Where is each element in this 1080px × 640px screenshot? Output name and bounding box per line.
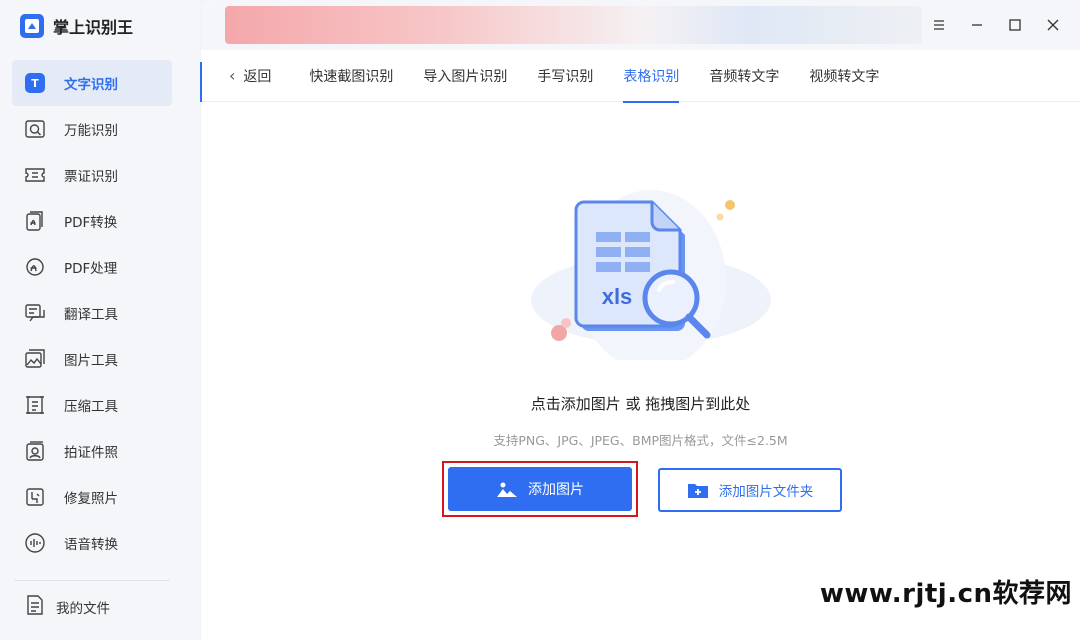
main-panel: ‹ 返回 快速截图识别 导入图片识别 手写识别 表格识别 音频转文字 视频转文字 xyxy=(200,0,1080,640)
sidebar-item-ticket[interactable]: 票证识别 xyxy=(12,152,172,198)
text-recognition-icon: T xyxy=(24,72,46,94)
repair-photo-icon xyxy=(24,486,46,508)
ticket-icon xyxy=(24,164,46,186)
my-files-button[interactable]: 我的文件 xyxy=(24,594,110,620)
sidebar-item-label: 修复照片 xyxy=(64,491,118,507)
sidebar-item-translate[interactable]: 翻译工具 xyxy=(12,290,172,336)
add-image-button[interactable]: 添加图片 xyxy=(448,467,632,511)
image-icon xyxy=(497,482,517,497)
tab-quick-screenshot[interactable]: 快速截图识别 xyxy=(309,50,393,102)
tab-bar-accent xyxy=(200,62,202,102)
menu-icon[interactable] xyxy=(929,15,949,35)
sidebar-item-label: PDF处理 xyxy=(64,261,118,277)
universal-scan-icon xyxy=(24,118,46,140)
sidebar-divider xyxy=(14,580,170,581)
translate-icon xyxy=(24,302,46,324)
file-icon xyxy=(24,594,46,620)
maximize-icon[interactable] xyxy=(1005,15,1025,35)
format-support-text: 支持PNG、JPG、JPEG、BMP图片格式，文件≤2.5M xyxy=(493,433,788,448)
sidebar: 掌上识别王 T 文字识别 万能识别 票证识别 PDF转换 PDF处理 翻译工具 … xyxy=(0,0,200,640)
sidebar-item-label: PDF转换 xyxy=(64,215,118,231)
app-logo: 掌上识别王 xyxy=(20,14,133,38)
add-folder-label: 添加图片文件夹 xyxy=(718,484,814,500)
xls-illustration: xls xyxy=(521,180,781,370)
sidebar-item-label: 万能识别 xyxy=(64,123,118,139)
minimize-icon[interactable] xyxy=(967,15,987,35)
sidebar-item-pdf-convert[interactable]: PDF转换 xyxy=(12,198,172,244)
app-logo-icon xyxy=(20,14,44,38)
sidebar-item-label: 翻译工具 xyxy=(64,307,118,323)
add-image-label: 添加图片 xyxy=(528,482,584,498)
app-title: 掌上识别王 xyxy=(53,18,134,37)
sidebar-item-id-photo[interactable]: 拍证件照 xyxy=(12,428,172,474)
chevron-left-icon: ‹ xyxy=(229,66,236,85)
sidebar-item-pdf-process[interactable]: PDF处理 xyxy=(12,244,172,290)
sidebar-item-universal[interactable]: 万能识别 xyxy=(12,106,172,152)
sidebar-item-label: 图片工具 xyxy=(64,353,118,369)
title-bar xyxy=(201,0,1080,50)
tab-handwriting[interactable]: 手写识别 xyxy=(537,50,593,102)
id-photo-icon xyxy=(24,440,46,462)
pdf-convert-icon xyxy=(24,210,46,232)
close-icon[interactable] xyxy=(1043,15,1063,35)
file-badge-text: xls xyxy=(602,284,633,309)
pdf-process-icon xyxy=(24,256,46,278)
sidebar-item-image-tool[interactable]: 图片工具 xyxy=(12,336,172,382)
compress-icon xyxy=(24,394,46,416)
watermark: www.rjtj.cn软荐网 xyxy=(819,579,1072,609)
back-label: 返回 xyxy=(243,68,272,85)
sidebar-item-label: 语音转换 xyxy=(64,537,118,553)
sidebar-item-label: 拍证件照 xyxy=(64,445,118,461)
my-files-label: 我的文件 xyxy=(56,601,110,617)
folder-plus-icon xyxy=(687,484,708,498)
sidebar-item-compress[interactable]: 压缩工具 xyxy=(12,382,172,428)
drop-prompt: 点击添加图片 或 拖拽图片到此处 xyxy=(530,395,751,413)
tab-table-recognition[interactable]: 表格识别 xyxy=(623,50,680,103)
image-tool-icon xyxy=(24,348,46,370)
sidebar-nav: T 文字识别 万能识别 票证识别 PDF转换 PDF处理 翻译工具 图片工具 压… xyxy=(12,60,172,566)
add-folder-button[interactable]: 添加图片文件夹 xyxy=(658,468,842,512)
voice-convert-icon xyxy=(24,532,46,554)
blurred-banner xyxy=(225,6,922,44)
sidebar-item-label: 文字识别 xyxy=(64,77,118,93)
tab-video-to-text[interactable]: 视频转文字 xyxy=(809,50,879,102)
back-button[interactable]: ‹ 返回 xyxy=(229,66,271,86)
tab-import-image[interactable]: 导入图片识别 xyxy=(423,50,507,102)
sidebar-item-voice[interactable]: 语音转换 xyxy=(12,520,172,566)
tab-bar: ‹ 返回 快速截图识别 导入图片识别 手写识别 表格识别 音频转文字 视频转文字 xyxy=(200,50,1080,103)
sidebar-item-label: 压缩工具 xyxy=(64,399,118,415)
tab-audio-to-text[interactable]: 音频转文字 xyxy=(709,50,779,102)
sidebar-item-label: 票证识别 xyxy=(64,169,118,185)
sidebar-item-text-recognition[interactable]: T 文字识别 xyxy=(12,60,172,106)
sidebar-item-repair-photo[interactable]: 修复照片 xyxy=(12,474,172,520)
